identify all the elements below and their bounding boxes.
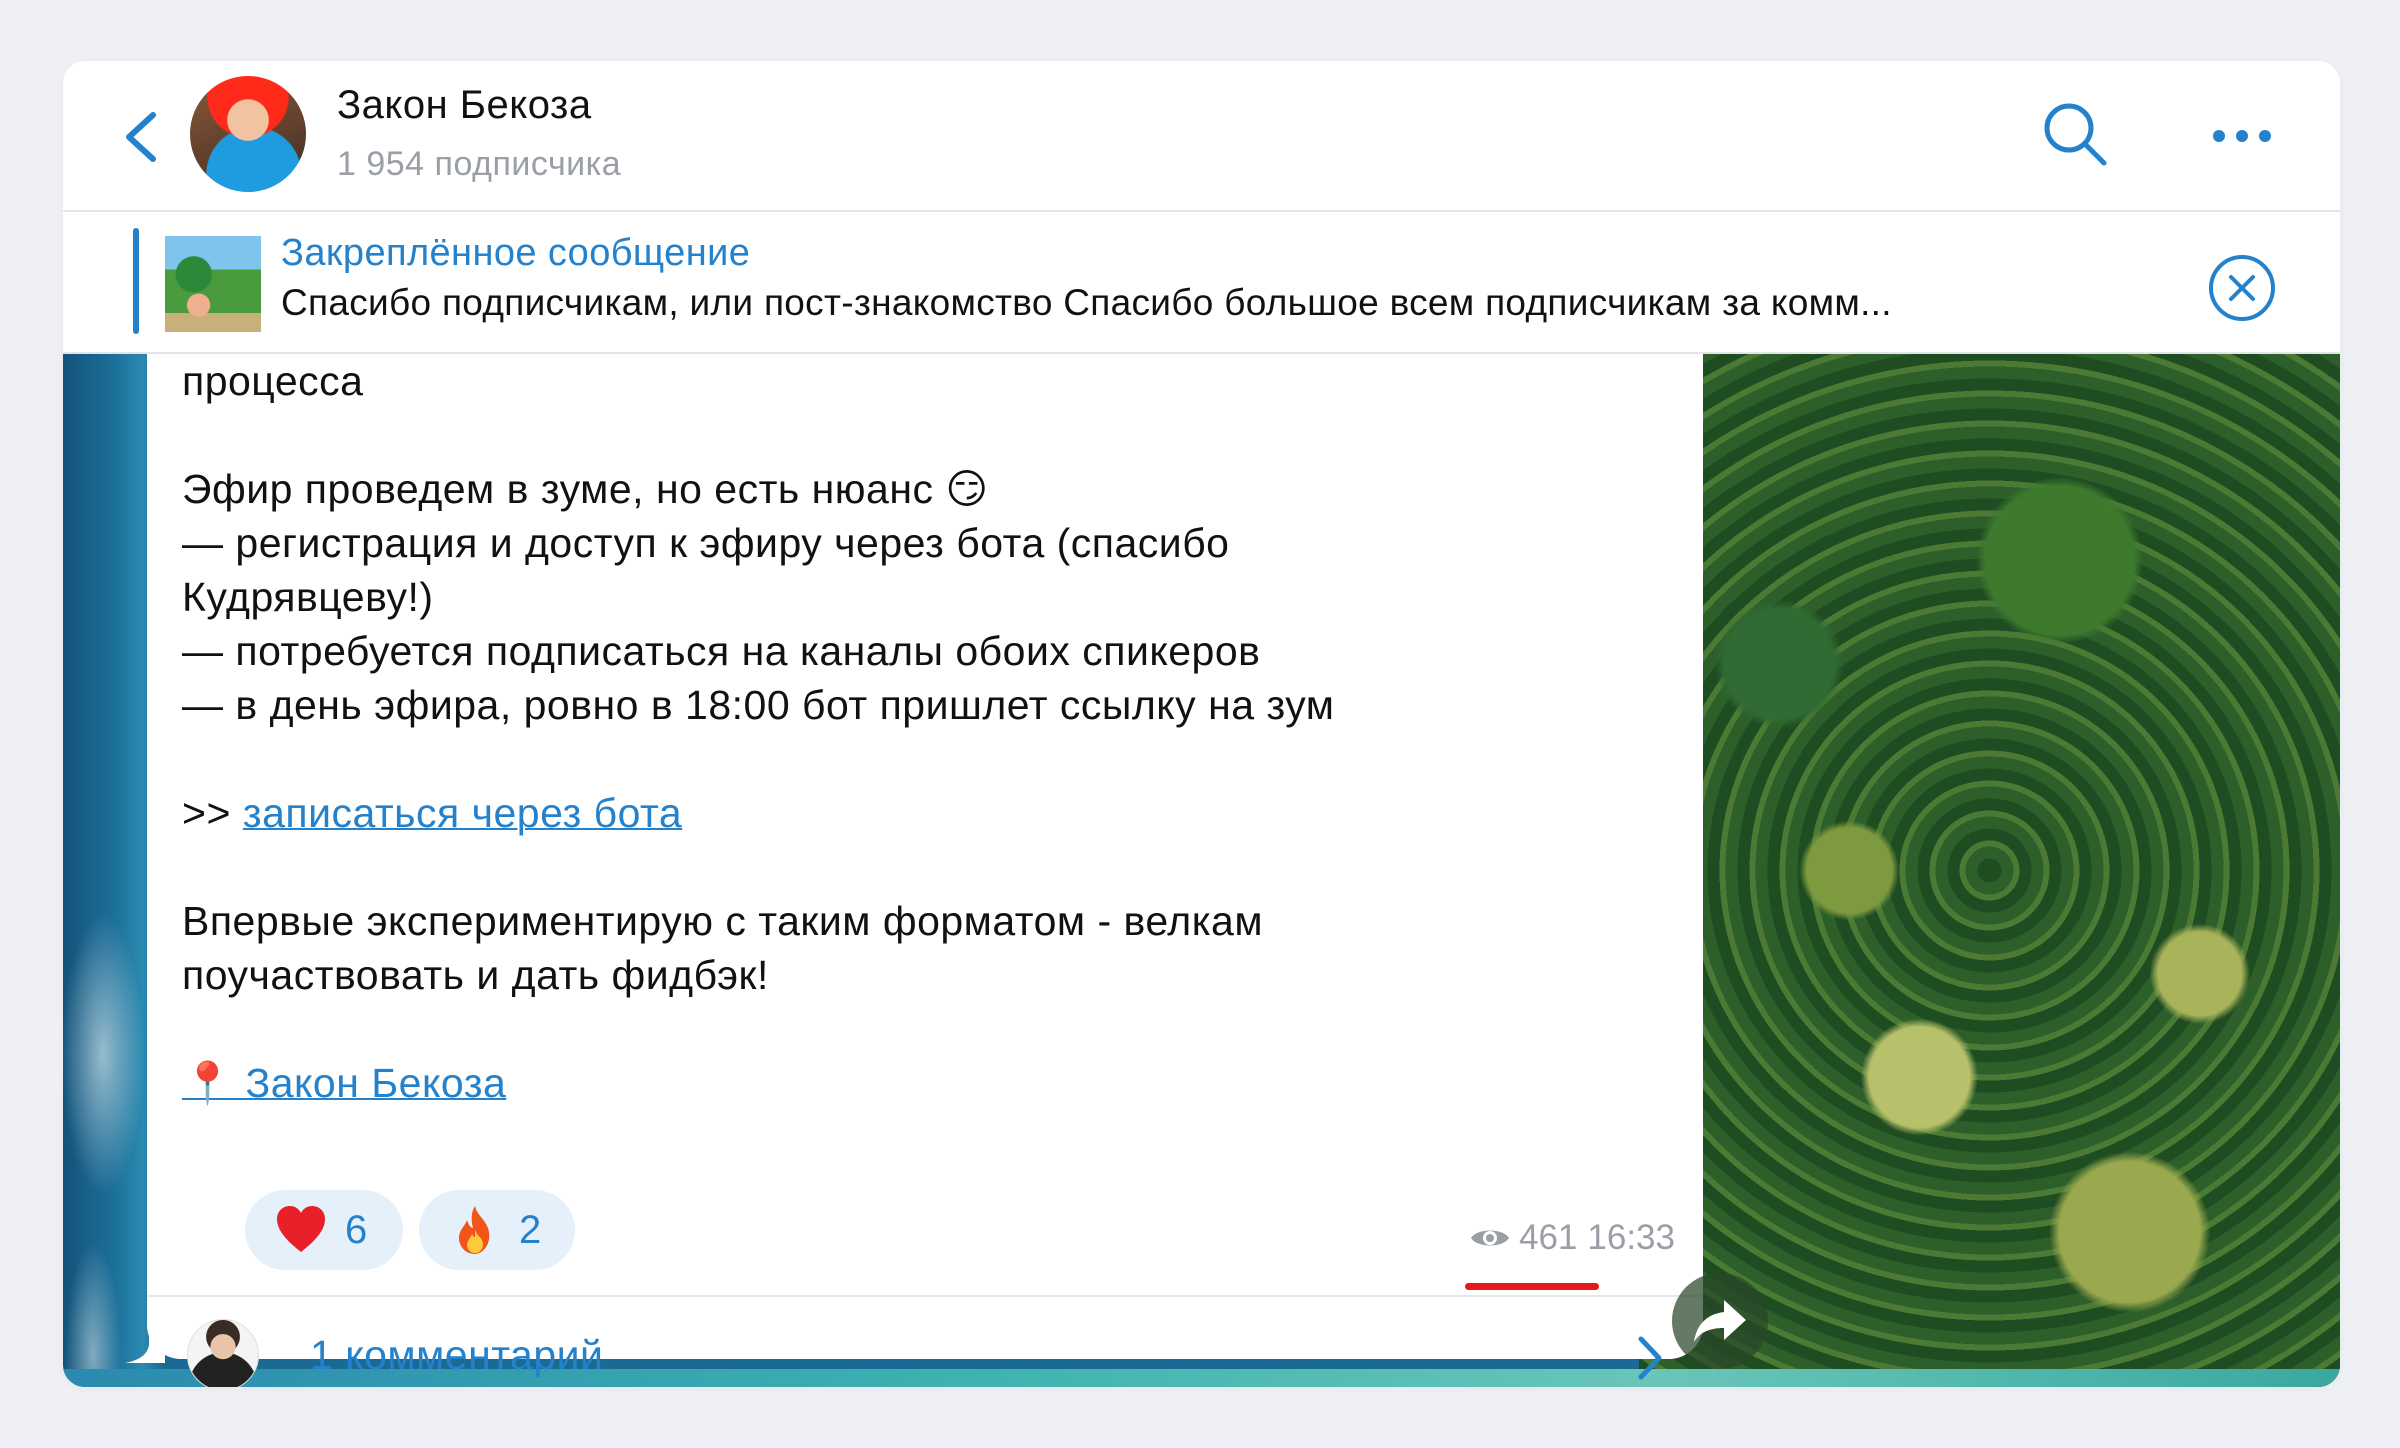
search-icon[interactable] (2040, 99, 2110, 169)
channel-post-bubble: процесса Эфир проведем в зуме, но есть н… (147, 354, 1703, 1387)
telegram-channel-window: Закон Бекоза 1 954 подписчика Закреплённ… (63, 61, 2340, 1387)
link-prefix: >> (182, 790, 243, 836)
reaction-fire[interactable]: 2 (419, 1190, 575, 1270)
channel-signature-link[interactable]: 📍 Закон Бекоза (182, 1060, 506, 1106)
pinned-thumbnail (165, 236, 261, 332)
pinned-message-bar[interactable]: Закреплённое сообщение Спасибо подписчик… (63, 212, 2340, 354)
view-count: 461 (1519, 1218, 1578, 1257)
share-button[interactable] (1672, 1273, 1768, 1369)
post-line: — потребуется подписаться на каналы обои… (182, 628, 1261, 674)
channel-avatar[interactable] (190, 76, 306, 192)
pinned-accent-bar (133, 228, 139, 334)
post-time: 16:33 (1587, 1218, 1675, 1257)
pinned-preview-text: Спасибо подписчикам, или пост-знакомство… (281, 282, 1892, 323)
share-arrow-icon (1694, 1300, 1746, 1342)
bot-signup-link[interactable]: записаться через бота (243, 790, 682, 836)
reaction-count: 2 (519, 1207, 542, 1252)
post-line: процесса (182, 358, 364, 404)
post-line: Впервые экспериментирую с таким форматом… (182, 898, 1264, 998)
post-link-line: >> записаться через бота (182, 786, 1662, 840)
comments-button[interactable]: 1 комментарий (147, 1297, 1703, 1387)
post-line: Эфир проведем в зуме, но есть нюанс 😏 (182, 466, 989, 512)
post-signature: 📍 Закон Бекоза (182, 1056, 1662, 1110)
post-meta: 461 16:33 (1469, 1218, 1675, 1258)
eye-icon (1471, 1230, 1509, 1246)
back-arrow-icon[interactable] (115, 107, 165, 167)
post-line: — регистрация и доступ к эфиру через бот… (182, 520, 1230, 620)
reaction-count: 6 (345, 1207, 368, 1252)
close-pinned-icon[interactable] (2207, 253, 2277, 323)
reaction-heart[interactable]: 6 (245, 1190, 403, 1270)
channel-title[interactable]: Закон Бекоза (337, 83, 592, 128)
views-highlight-underline (1465, 1283, 1599, 1290)
fire-icon (459, 1206, 490, 1254)
channel-header: Закон Бекоза 1 954 подписчика (63, 61, 2340, 212)
heart-icon (277, 1206, 325, 1252)
post-text: процесса Эфир проведем в зуме, но есть н… (182, 354, 1662, 1110)
post-line: — в день эфира, ровно в 18:00 бот пришле… (182, 682, 1335, 728)
chat-background-forest (1639, 354, 2340, 1387)
comments-label: 1 комментарий (310, 1332, 604, 1378)
more-options-icon[interactable] (2209, 121, 2275, 151)
pinned-title: Закреплённое сообщение (281, 232, 751, 274)
commenter-avatar (187, 1319, 259, 1387)
subscriber-count: 1 954 подписчика (337, 145, 622, 183)
chevron-right-icon (1638, 1336, 1662, 1380)
